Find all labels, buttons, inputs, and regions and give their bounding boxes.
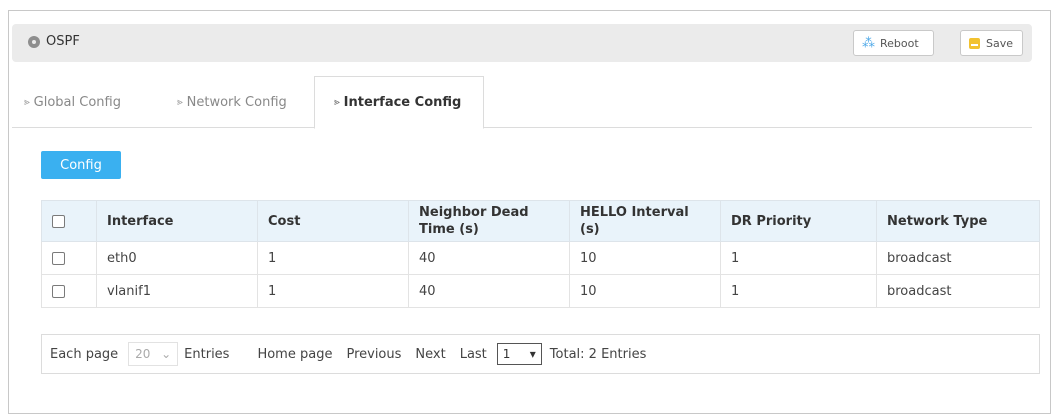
column-header: DR Priority (720, 200, 877, 242)
table-cell: 1 (720, 241, 877, 275)
table-cell: 1 (257, 241, 409, 275)
table-row: eth0 1 40 10 1 broadcast (41, 241, 1040, 275)
chevron-down-icon: ⌄ (161, 347, 172, 361)
chevron-down-icon: ▾ (529, 347, 536, 361)
column-header: Neighbor Dead Time (s) (408, 200, 570, 242)
chevron-right-icon: ⪢ (334, 97, 340, 108)
table-cell: eth0 (96, 241, 258, 275)
page-size-select[interactable]: 20 ⌄ (128, 342, 179, 366)
reboot-button[interactable]: ⁂ Reboot (853, 30, 934, 56)
page-number-select[interactable]: 1 ▾ (496, 343, 542, 365)
home-page-link[interactable]: Home page (257, 347, 332, 362)
table-cell: 40 (408, 241, 570, 275)
table-cell: broadcast (876, 274, 1040, 308)
config-button[interactable]: Config (41, 151, 121, 179)
title-bar: OSPF ⁂ Reboot Save (12, 24, 1032, 62)
table-cell: 1 (720, 274, 877, 308)
page-title: OSPF (46, 34, 80, 49)
reboot-label: Reboot (880, 36, 919, 50)
each-page-label: Each page (50, 346, 119, 362)
last-link[interactable]: Last (460, 347, 487, 362)
next-link[interactable]: Next (415, 347, 445, 362)
column-header: HELLO Interval (s) (569, 200, 721, 242)
pagination-bar: Each page 20 ⌄ Entries Home page Previou… (41, 334, 1040, 374)
save-icon (969, 37, 980, 49)
table-cell: 10 (569, 241, 721, 275)
chevron-right-icon: ⪢ (177, 96, 183, 108)
table-header-row: Interface Cost Neighbor Dead Time (s) HE… (41, 200, 1040, 242)
entries-label: Entries (184, 346, 230, 362)
row-select-cell (41, 241, 97, 275)
interface-table: Interface Cost Neighbor Dead Time (s) HE… (41, 200, 1040, 308)
table-cell: 10 (569, 274, 721, 308)
select-all-checkbox[interactable] (52, 214, 65, 228)
table-row: vlanif1 1 40 10 1 broadcast (41, 274, 1040, 308)
column-header: Cost (257, 200, 409, 242)
save-label: Save (986, 36, 1014, 50)
table-cell: 1 (257, 274, 409, 308)
total-entries: Total: 2 Entries (549, 346, 647, 362)
column-header: Network Type (876, 200, 1040, 242)
location-pin-icon (28, 36, 40, 48)
chevron-right-icon: ⪢ (24, 96, 30, 108)
tab-interface-config[interactable]: ⪢ Interface Config (314, 76, 484, 129)
row-checkbox[interactable] (52, 251, 65, 265)
tab-bar: ⪢ Global Config ⪢ Network Config ⪢ Inter… (12, 76, 1032, 129)
select-all-cell (41, 200, 97, 242)
row-select-cell (41, 274, 97, 308)
table-cell: broadcast (876, 241, 1040, 275)
table-cell: vlanif1 (96, 274, 258, 308)
loading-spinner-icon: ⁂ (862, 35, 875, 51)
table-cell: 40 (408, 274, 570, 308)
row-checkbox[interactable] (52, 284, 65, 298)
tab-network-config[interactable]: ⪢ Network Config (177, 76, 287, 128)
save-button[interactable]: Save (960, 30, 1023, 56)
previous-link[interactable]: Previous (346, 347, 401, 362)
column-header: Interface (96, 200, 258, 242)
tab-global-config[interactable]: ⪢ Global Config (24, 76, 121, 128)
